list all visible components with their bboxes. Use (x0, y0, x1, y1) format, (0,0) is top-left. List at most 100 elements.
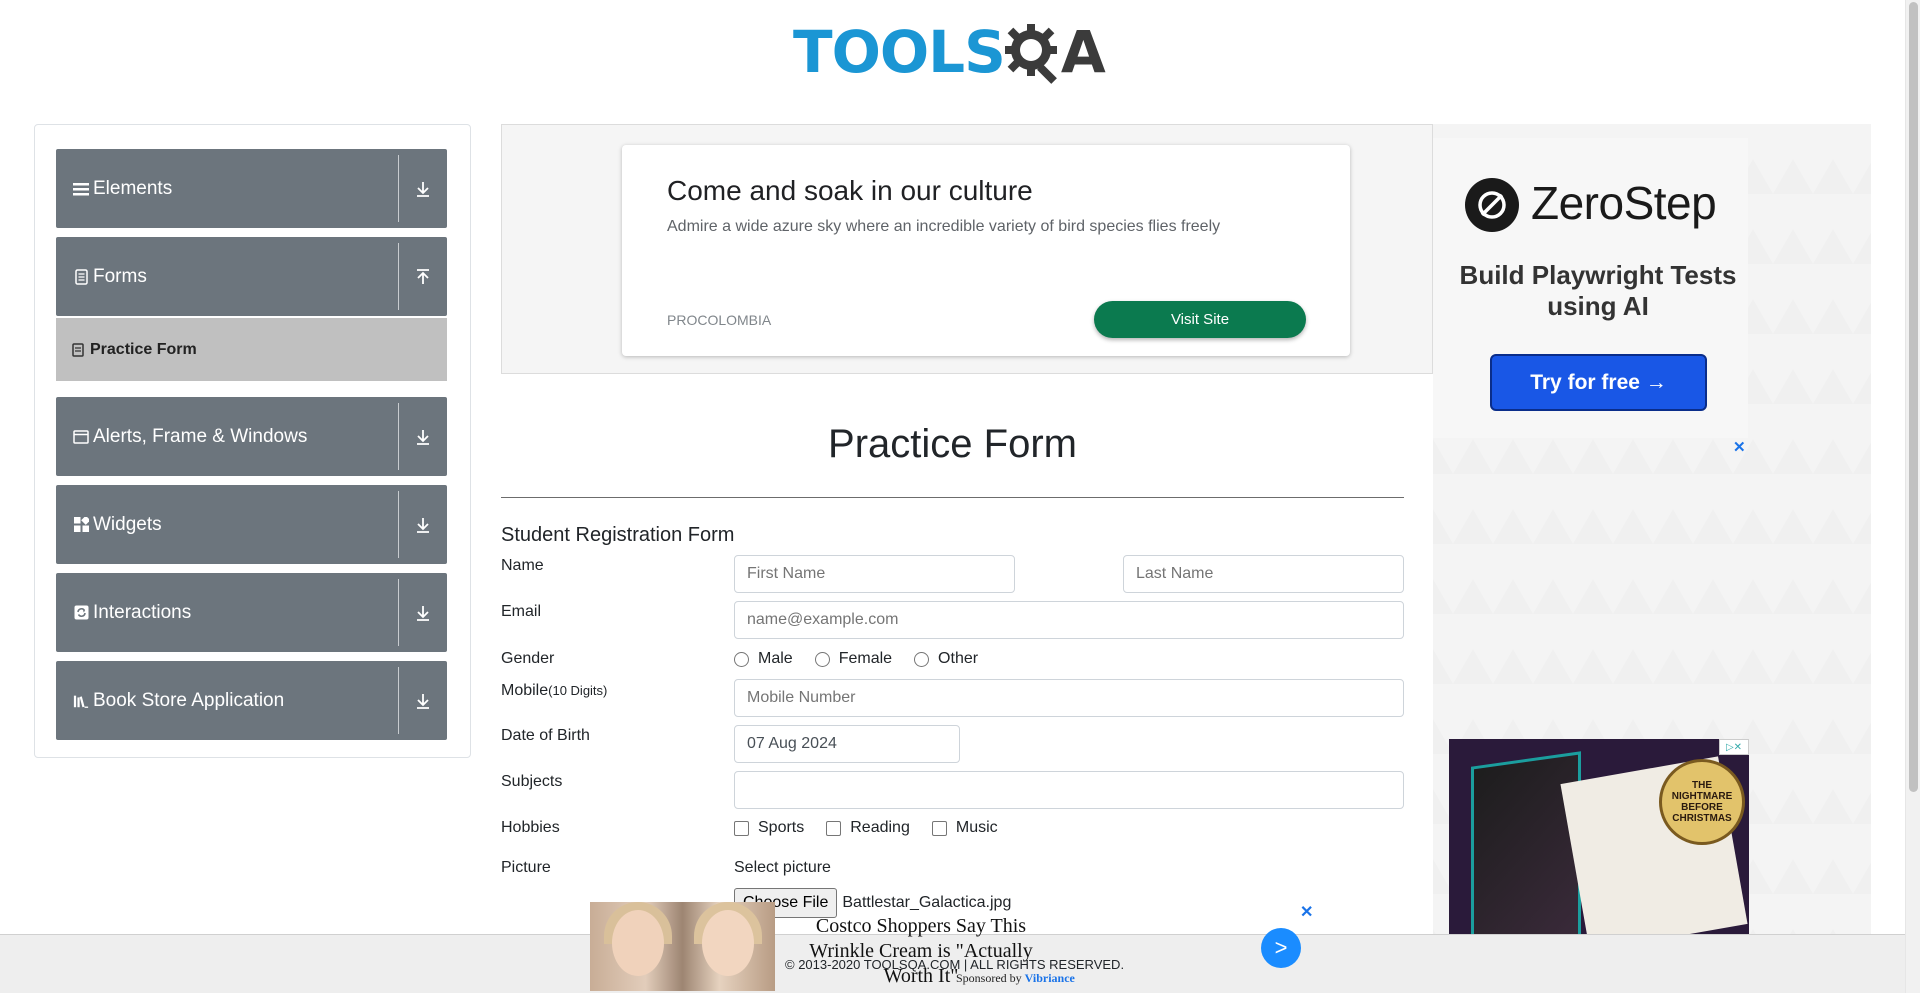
name-label: Name (501, 557, 544, 574)
form-icon (72, 342, 84, 357)
hamburger-icon (73, 181, 89, 197)
native-ad-go-button[interactable]: > (1261, 928, 1301, 968)
sidebar-group-interactions[interactable]: Interactions (56, 573, 447, 652)
ad-card[interactable]: Come and soak in our culture Admire a wi… (622, 145, 1350, 356)
arrow-down-icon[interactable] (399, 428, 447, 446)
mobile-input[interactable]: Mobile Number (734, 679, 1404, 717)
zerostep-brand: ZeroStep (1531, 177, 1717, 229)
gender-male-radio[interactable]: Male (734, 650, 793, 668)
hobby-sports-checkbox[interactable]: Sports (734, 819, 804, 837)
page-title: Practice Form (828, 422, 1077, 466)
sidebar-group-alerts[interactable]: Alerts, Frame & Windows (56, 397, 447, 476)
sidebar-item-label: Practice Form (90, 340, 197, 358)
checkbox-label: Music (955, 819, 998, 836)
sponsor-prefix: Sponsored by (956, 971, 1022, 985)
ad-image-part (612, 910, 664, 976)
hobbies-label: Hobbies (501, 819, 560, 836)
first-name-input[interactable]: First Name (734, 555, 1015, 593)
dob-input[interactable]: 07 Aug 2024 (734, 725, 960, 763)
logo-qa-text: A (1060, 18, 1106, 86)
sidebar-group-book-store[interactable]: Book Store Application (56, 661, 447, 740)
gender-radio-group: Male Female Other (734, 650, 1000, 668)
refresh-icon (73, 605, 89, 621)
mobile-hint: (10 Digits) (548, 683, 608, 698)
ad-image (590, 902, 775, 991)
email-input[interactable]: name@example.com (734, 601, 1404, 639)
mobile-label: Mobile(10 Digits) (501, 682, 607, 700)
picture-label: Picture (501, 859, 551, 876)
sidebar-group-label: Elements (93, 177, 173, 199)
arrow-down-icon[interactable] (399, 516, 447, 534)
form-subtitle: Student Registration Form (501, 524, 735, 546)
sidebar: Elements Forms Practice Form Alerts, Fra… (34, 124, 471, 758)
sidebar-group-label: Forms (93, 265, 147, 287)
native-ad[interactable]: Costco Shoppers Say This Wrinkle Cream i… (590, 902, 1302, 992)
zerostep-headline: Build Playwright Tests using AI (1459, 260, 1737, 321)
radio-label: Other (938, 650, 979, 667)
dob-label: Date of Birth (501, 727, 590, 744)
sidebar-group-label: Book Store Application (93, 689, 285, 711)
radio-button[interactable] (814, 651, 830, 667)
arrow-down-icon[interactable] (399, 180, 447, 198)
product-badge: THE NIGHTMARE BEFORE CHRISTMAS (1659, 759, 1745, 845)
sponsor-name: Vibriance (1024, 971, 1075, 985)
gender-label: Gender (501, 650, 555, 667)
checkbox[interactable] (734, 820, 749, 836)
try-for-free-button[interactable]: Try for free → (1490, 354, 1707, 411)
scrollbar-thumb[interactable] (1909, 2, 1918, 792)
visit-site-button[interactable]: Visit Site (1094, 301, 1306, 338)
sidebar-group-label: Widgets (93, 513, 162, 535)
sidebar-group-widgets[interactable]: Widgets (56, 485, 447, 564)
mobile-label-text: Mobile (501, 682, 549, 699)
divider (501, 497, 1404, 498)
sidebar-item-practice-form[interactable]: Practice Form (56, 318, 447, 381)
hobby-music-checkbox[interactable]: Music (931, 819, 998, 837)
hobby-reading-checkbox[interactable]: Reading (826, 819, 910, 837)
radio-button[interactable] (734, 651, 749, 667)
radio-label: Male (758, 650, 793, 667)
ad-brand: PROCOLOMBIA (667, 312, 772, 328)
sidebar-group-elements[interactable]: Elements (56, 149, 447, 228)
subjects-label: Subjects (501, 773, 563, 790)
radio-label: Female (838, 650, 893, 667)
email-label: Email (501, 603, 542, 620)
books-icon (73, 693, 89, 709)
subjects-input[interactable] (734, 771, 1404, 809)
sidebar-group-label: Alerts, Frame & Windows (93, 425, 308, 447)
radio-button[interactable] (914, 651, 930, 667)
arrow-up-icon[interactable] (399, 268, 447, 286)
zerostep-logo-icon (1465, 178, 1519, 232)
native-ad-close-icon[interactable]: ✕ (1300, 902, 1313, 922)
gender-other-radio[interactable]: Other (914, 650, 978, 668)
logo-tools-text: TOOLS (793, 18, 1006, 86)
product-image (1471, 751, 1581, 934)
sidebar-group-forms[interactable]: Forms (56, 237, 447, 316)
adchoices-icon[interactable]: ▷✕ (1719, 739, 1749, 755)
ad-banner: Come and soak in our culture Admire a wi… (501, 124, 1433, 374)
gender-female-radio[interactable]: Female (814, 650, 893, 668)
last-name-input[interactable]: Last Name (1123, 555, 1404, 593)
header: TOOLS A (0, 0, 1905, 100)
scrollbar[interactable] (1905, 0, 1920, 993)
window-icon (73, 429, 89, 445)
checkbox[interactable] (826, 820, 842, 836)
native-ad-sponsor: Sponsored by Vibriance (956, 971, 1075, 986)
ad-title: Come and soak in our culture (667, 175, 1033, 206)
toolsqa-logo[interactable]: TOOLS A (793, 14, 1106, 90)
hobbies-checkbox-group: Sports Reading Music (734, 819, 1020, 837)
product-ad[interactable]: THE NIGHTMARE BEFORE CHRISTMAS ▷✕ (1449, 739, 1749, 934)
ad-image-part (702, 910, 754, 976)
select-picture-label: Select picture (734, 859, 831, 876)
ad-close-icon[interactable]: ✕ (1733, 438, 1746, 456)
gear-icon (1004, 24, 1057, 84)
grid-icon (73, 517, 89, 533)
checkbox-label: Sports (758, 819, 805, 836)
checkbox[interactable] (931, 820, 947, 836)
arrow-down-icon[interactable] (399, 692, 447, 710)
checkbox-label: Reading (850, 819, 910, 836)
sidebar-group-label: Interactions (93, 601, 192, 623)
document-icon (73, 268, 89, 285)
zerostep-ad[interactable]: ZeroStep Build Playwright Tests using AI… (1433, 138, 1748, 438)
arrow-down-icon[interactable] (399, 604, 447, 622)
ad-description: Admire a wide azure sky where an incredi… (667, 218, 1221, 235)
